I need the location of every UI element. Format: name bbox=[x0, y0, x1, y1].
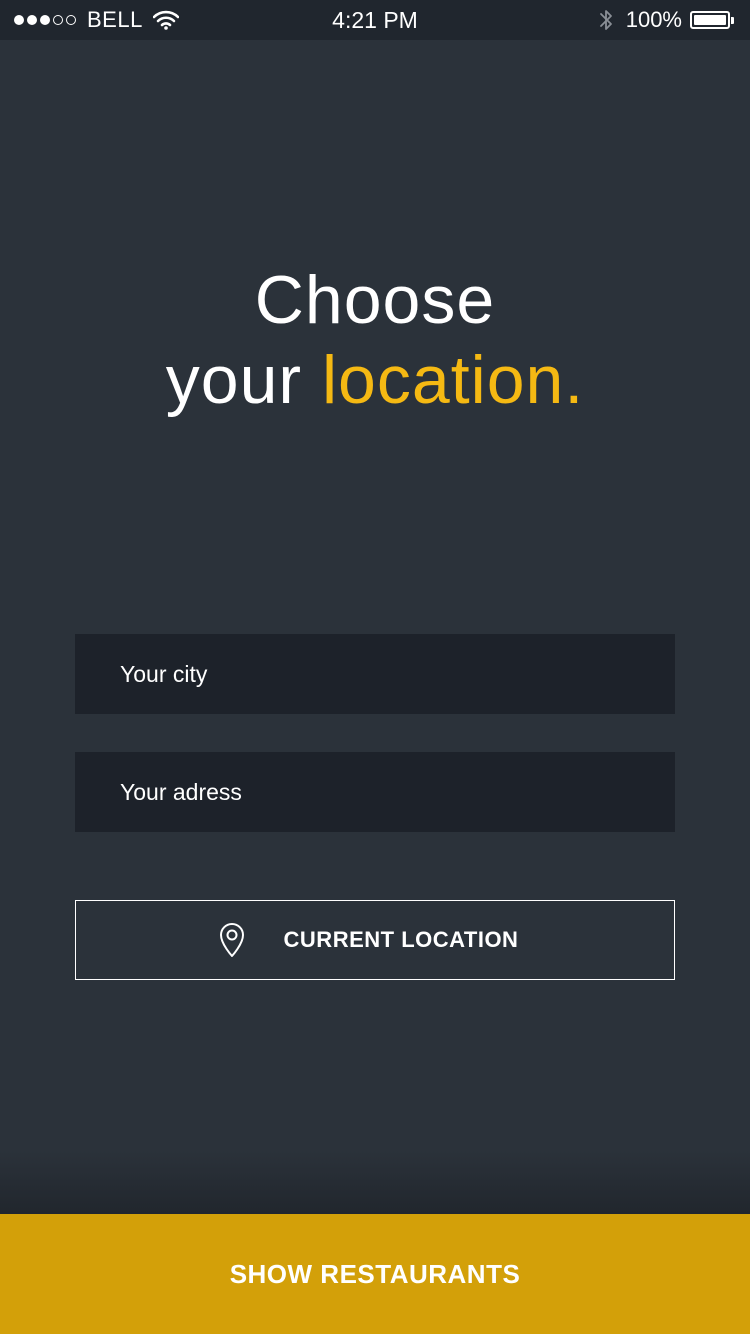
battery-fill bbox=[694, 15, 726, 25]
show-restaurants-button[interactable]: SHOW RESTAURANTS bbox=[0, 1214, 750, 1334]
battery-percentage: 100% bbox=[625, 7, 682, 32]
city-field[interactable] bbox=[75, 634, 675, 714]
signal-dot-filled bbox=[40, 15, 50, 25]
battery-body bbox=[690, 11, 730, 29]
address-field[interactable] bbox=[75, 752, 675, 832]
carrier-name: BELL bbox=[87, 7, 143, 32]
current-location-label: CURRENT LOCATION bbox=[283, 927, 519, 952]
signal-dot-filled bbox=[14, 15, 24, 25]
bluetooth-icon bbox=[599, 10, 612, 30]
current-location-button[interactable]: CURRENT LOCATION bbox=[75, 900, 675, 980]
signal-dot-filled bbox=[27, 15, 37, 25]
status-left: BELL bbox=[14, 0, 179, 40]
show-restaurants-label: SHOW RESTAURANTS bbox=[229, 1258, 521, 1289]
title-line-2-accent: location. bbox=[321, 342, 585, 418]
wifi-icon bbox=[152, 10, 179, 30]
location-pin-icon bbox=[219, 923, 244, 957]
status-right: 100% bbox=[598, 0, 736, 40]
bottom-fade bbox=[0, 1150, 750, 1214]
title-line-2-prefix: your bbox=[165, 342, 303, 418]
signal-dot-empty bbox=[53, 15, 63, 25]
battery-icon bbox=[690, 10, 736, 30]
page-title: Choose your location. bbox=[0, 260, 750, 420]
battery-tip bbox=[731, 16, 734, 24]
signal-dot-empty bbox=[66, 15, 76, 25]
title-line-1: Choose bbox=[254, 262, 496, 338]
city-input[interactable] bbox=[120, 634, 675, 714]
status-bar: BELL 4:21 PM 100% bbox=[0, 0, 750, 40]
address-input[interactable] bbox=[120, 752, 675, 832]
